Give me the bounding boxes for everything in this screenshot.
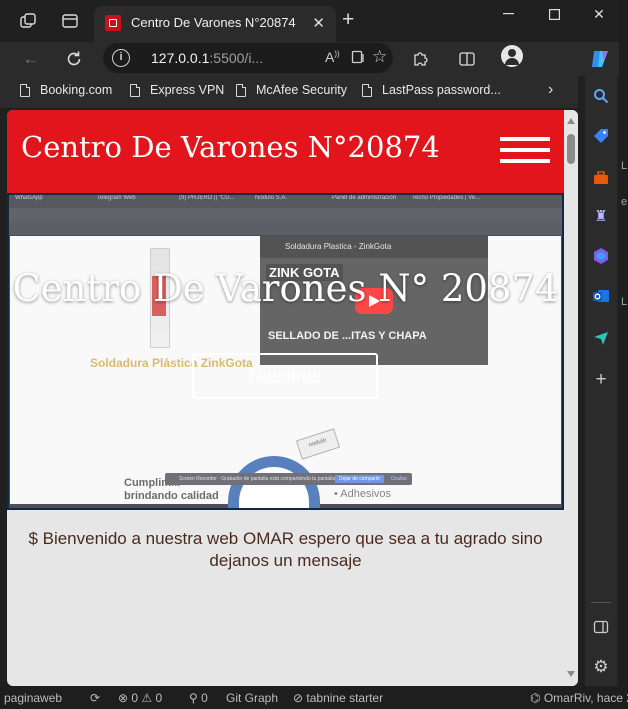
editor-status-bar: paginaweb ⟳ ⊗ 0 ⚠ 0 ⚲ 0 Git Graph ⊘ tabn…	[0, 687, 628, 709]
title-bar: Centro De Varones N°20874 ✕ + ✕	[0, 0, 628, 42]
status-ports-count: 0	[201, 691, 208, 705]
status-branch[interactable]: paginaweb	[4, 691, 62, 705]
menu-icon[interactable]	[500, 137, 550, 163]
page-icon	[20, 83, 30, 97]
hero-title: Centro De Varones N° 20874	[12, 267, 559, 310]
status-ports[interactable]: ⚲ 0	[189, 691, 208, 705]
background-editor-glyph: L	[621, 160, 628, 172]
send-icon[interactable]	[589, 326, 613, 350]
add-icon[interactable]: +	[589, 368, 613, 392]
tab-title: Centro De Varones N°20874	[131, 15, 296, 30]
bookmark-booking[interactable]: Booking.com	[20, 83, 112, 97]
site-brand[interactable]: Centro De Varones N°20874	[21, 130, 440, 164]
chevron-right-icon[interactable]: ›	[548, 81, 553, 99]
nosotros-button[interactable]: Nosotros	[192, 353, 378, 399]
minimize-icon[interactable]	[493, 4, 523, 24]
url-host: 127.0.0.1	[151, 50, 210, 66]
close-window-icon[interactable]: ✕	[584, 4, 614, 24]
copilot-app-icon[interactable]	[589, 244, 613, 268]
welcome-message: $ Bienvenido a nuestra web OMAR espero q…	[28, 529, 543, 570]
tab-close-icon[interactable]: ✕	[312, 14, 325, 32]
scrollbar-thumb[interactable]	[567, 134, 575, 164]
bookmark-label: Booking.com	[40, 83, 113, 97]
search-icon[interactable]	[589, 84, 613, 108]
copilot-icon[interactable]	[588, 47, 612, 71]
background-editor-glyph: L	[621, 296, 628, 308]
scroll-down-icon[interactable]	[567, 671, 575, 677]
hero-overlay	[7, 193, 564, 510]
new-tab-icon[interactable]: +	[342, 9, 354, 31]
tab-actions-icon[interactable]	[59, 10, 81, 32]
page-icon	[236, 83, 246, 97]
star-icon[interactable]: ☆	[372, 47, 387, 67]
read-aloud-icon[interactable]: A))	[325, 49, 340, 65]
sync-icon[interactable]: ⟳	[90, 691, 100, 705]
navigation-bar: ← i 127.0.0.1:5500/i... A)) ☆	[0, 42, 628, 76]
hero-section: WhatsApp Telegram Web (9) PRJERO || "CU.…	[7, 193, 564, 510]
page-viewport[interactable]: Centro De Varones N°20874 WhatsApp Teleg…	[7, 110, 578, 686]
background-editor-glyph: e	[621, 196, 628, 208]
page-scrollbar[interactable]	[564, 110, 578, 686]
status-tabnine-label: tabnine starter	[306, 691, 384, 705]
sidebar-divider	[591, 602, 611, 603]
status-author-label: OmarRiv, hace 2	[543, 691, 628, 705]
status-tabnine[interactable]: ⊘ tabnine starter	[293, 691, 383, 705]
scroll-up-icon[interactable]	[567, 118, 575, 124]
split-screen-icon[interactable]	[455, 47, 479, 71]
outlook-icon[interactable]	[589, 284, 613, 308]
bookmarks-bar: Booking.com Express VPN McAfee Security …	[0, 76, 578, 108]
refresh-icon[interactable]	[62, 47, 86, 71]
gear-icon[interactable]: ⚙	[589, 655, 613, 679]
status-problems[interactable]: ⊗ 0 ⚠ 0	[118, 691, 162, 705]
bookmark-lastpass[interactable]: LastPass password...	[362, 83, 501, 97]
address-bar[interactable]: i 127.0.0.1:5500/i... A)) ☆	[103, 43, 393, 73]
site-favicon-icon	[105, 15, 121, 31]
page-icon	[130, 83, 140, 97]
site-header: Centro De Varones N°20874	[7, 110, 564, 193]
toolbox-icon[interactable]	[589, 166, 613, 190]
bookmark-mcafee[interactable]: McAfee Security	[236, 83, 347, 97]
site-info-icon[interactable]: i	[112, 49, 130, 67]
bookmark-label: Express VPN	[150, 83, 225, 97]
page-icon	[362, 83, 372, 97]
url-path: :5500/i...	[209, 50, 264, 66]
tag-icon[interactable]	[589, 124, 613, 148]
puzzle-icon[interactable]	[408, 47, 432, 71]
bookmark-express-vpn[interactable]: Express VPN	[130, 83, 224, 97]
browser-window: Centro De Varones N°20874 ✕ + ✕ ← i 127.…	[0, 0, 628, 709]
back-arrow-icon[interactable]: ←	[19, 47, 43, 71]
bookmark-label: LastPass password...	[382, 83, 501, 97]
maximize-icon[interactable]	[539, 4, 569, 24]
bookmark-label: McAfee Security	[256, 83, 348, 97]
url-text[interactable]: 127.0.0.1:5500/i...	[151, 50, 263, 66]
background-editor-edge	[619, 0, 628, 709]
edge-sidebar: ♜ + ⚙	[585, 76, 617, 686]
tab-active[interactable]: Centro De Varones N°20874 ✕	[94, 6, 336, 42]
sidebar-panel-icon[interactable]	[589, 615, 613, 639]
profile-icon[interactable]	[501, 45, 523, 67]
immersive-reader-icon[interactable]	[351, 49, 367, 68]
chess-icon[interactable]: ♜	[589, 204, 613, 228]
status-git-graph[interactable]: Git Graph	[226, 691, 278, 705]
workspaces-icon[interactable]	[17, 10, 39, 32]
status-author[interactable]: ⌬ OmarRiv, hace 2	[530, 691, 628, 705]
